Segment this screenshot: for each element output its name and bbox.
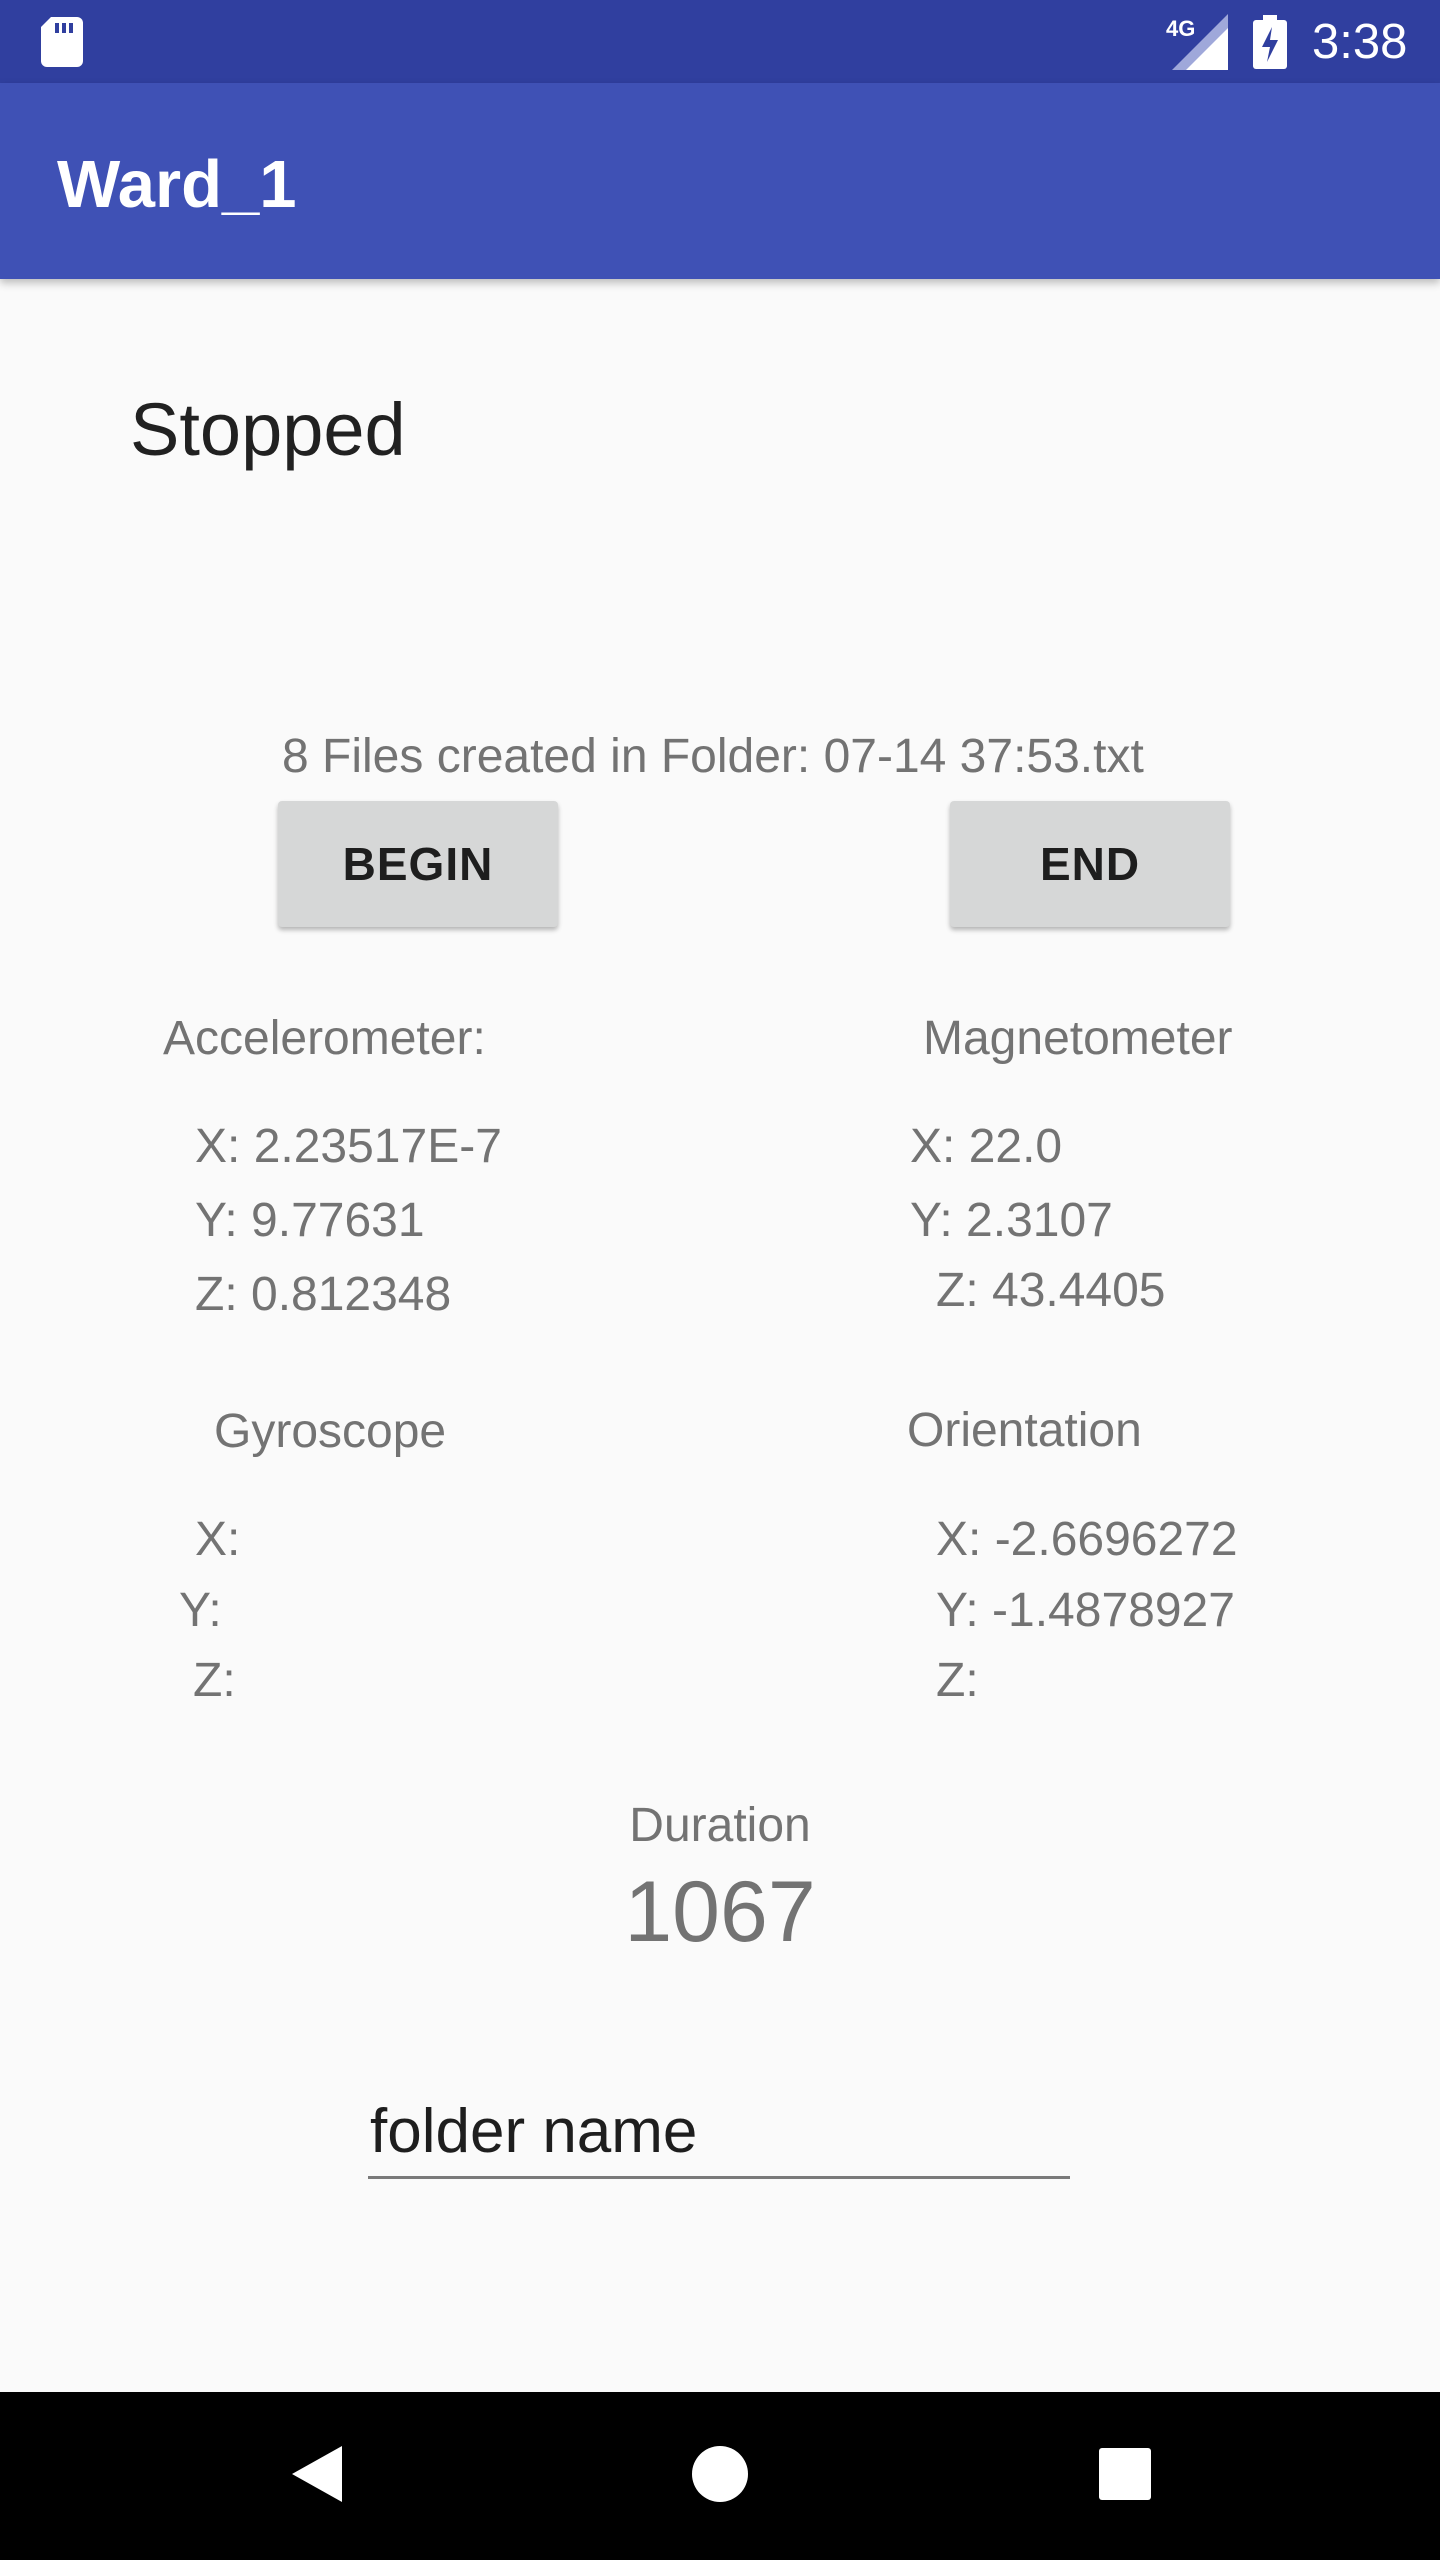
files-created-info: 8 Files created in Folder: 07-14 37:53.t… <box>282 730 1144 783</box>
gyroscope-y: Y: <box>179 1584 222 1637</box>
recents-icon <box>1098 2447 1152 2506</box>
recording-status-text: Stopped <box>130 388 406 471</box>
app-bar: Ward_1 <box>0 83 1440 279</box>
app-title: Ward_1 <box>57 147 297 222</box>
gyroscope-x: X: <box>195 1513 241 1566</box>
duration-value: 1067 <box>624 1864 816 1960</box>
back-icon <box>290 2444 344 2509</box>
magnetometer-x: X: 22.0 <box>910 1120 1063 1173</box>
begin-button[interactable]: BEGIN <box>278 801 558 927</box>
duration-label: Duration <box>629 1799 811 1852</box>
orientation-y: Y: -1.4878927 <box>936 1584 1235 1637</box>
status-bar-clock: 3:38 <box>1312 15 1408 69</box>
orientation-title: Orientation <box>907 1404 1142 1457</box>
home-button[interactable] <box>640 2392 800 2560</box>
recents-button[interactable] <box>1045 2392 1205 2560</box>
screen: 4G 3:38 Ward_1 Stopped 8 Files created i… <box>0 0 1440 2560</box>
network-type-label: 4G <box>1166 16 1196 41</box>
battery-charging-icon <box>1253 15 1287 69</box>
magnetometer-z: Z: 43.4405 <box>936 1264 1166 1317</box>
sd-card-icon <box>41 17 83 67</box>
accelerometer-title: Accelerometer: <box>163 1012 486 1065</box>
status-bar: 4G 3:38 <box>0 0 1440 83</box>
folder-name-input[interactable] <box>368 2087 1070 2179</box>
accelerometer-y: Y: 9.77631 <box>195 1194 425 1247</box>
orientation-z: Z: <box>936 1654 979 1707</box>
gyroscope-title: Gyroscope <box>214 1405 447 1458</box>
end-button[interactable]: END <box>950 801 1230 927</box>
orientation-x: X: -2.6696272 <box>936 1513 1238 1566</box>
magnetometer-title: Magnetometer <box>923 1012 1233 1065</box>
accelerometer-x: X: 2.23517E-7 <box>195 1120 502 1173</box>
back-button[interactable] <box>237 2392 397 2560</box>
home-icon <box>691 2445 749 2508</box>
navigation-bar <box>0 2392 1440 2560</box>
gyroscope-z: Z: <box>193 1654 236 1707</box>
magnetometer-y: Y: 2.3107 <box>910 1194 1113 1247</box>
accelerometer-z: Z: 0.812348 <box>195 1268 452 1321</box>
